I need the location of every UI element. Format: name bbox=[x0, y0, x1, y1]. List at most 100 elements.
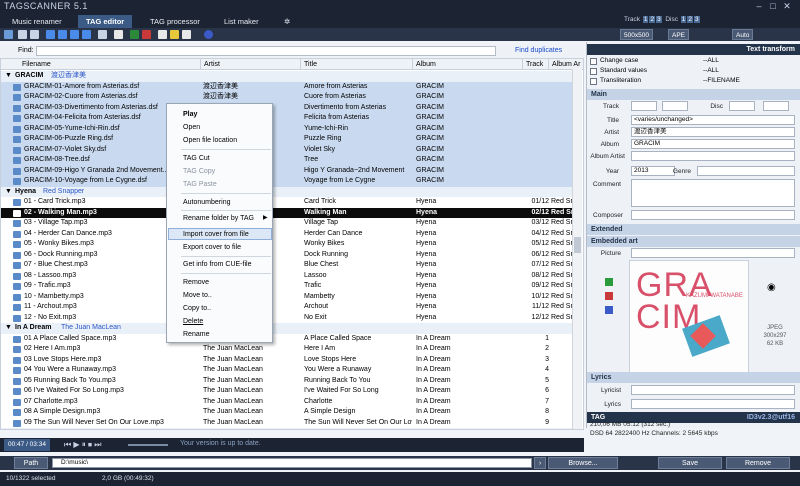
table-row[interactable]: 06 I've Waited For So Long.mp3 The Juan M… bbox=[1, 386, 573, 397]
table-row[interactable]: GRACIM-02-Cuore from Asterias.dsf 渡辺香津美 Cu… bbox=[1, 92, 573, 103]
folder-icon[interactable] bbox=[170, 30, 179, 39]
tab-tag-processor[interactable]: TAG processor bbox=[142, 15, 208, 28]
table-row[interactable]: GRACIM-01-Amore from Asterias.dsf 渡辺香津美 Am… bbox=[1, 81, 573, 92]
artist-field[interactable]: 渡辺香津美 bbox=[631, 127, 795, 137]
table-row[interactable]: 07 - Blue Chest.mp3 Blue Chest Hyena 07/12 R… bbox=[1, 260, 573, 271]
expand-icon[interactable]: ▼ bbox=[5, 428, 12, 429]
col-title[interactable]: Title bbox=[301, 59, 413, 70]
path-input[interactable]: D:\music\ bbox=[52, 458, 532, 468]
find-input[interactable] bbox=[36, 46, 496, 56]
table-row[interactable]: 05 - Wonky Bikes.mp3 Wonky Bikes Hyena 05/1… bbox=[1, 239, 573, 250]
minimize-button[interactable]: – bbox=[754, 1, 764, 11]
table-row[interactable]: 04 - Herder Can Dance.mp3 Herder Can Danc… bbox=[1, 229, 573, 240]
table-row[interactable]: 02 Here I Am.mp3 The Juan MacLean Here I A… bbox=[1, 344, 573, 355]
settings-icon[interactable]: ✲ bbox=[276, 15, 298, 28]
group-row[interactable]: ▼ Hyena Red Snapper bbox=[1, 186, 573, 197]
menu-delete[interactable]: Delete bbox=[183, 316, 203, 327]
menu-open[interactable]: Open bbox=[183, 122, 200, 133]
group-row[interactable]: ▼ In A Dream The Juan MacLean bbox=[1, 323, 573, 334]
close-button[interactable]: ✕ bbox=[782, 1, 792, 11]
format-select[interactable]: APE bbox=[668, 29, 690, 40]
grid-icon[interactable] bbox=[30, 30, 39, 39]
table-row[interactable]: 10 - Mambetty.mp3 Mambetty Hyena 10/12 Red S… bbox=[1, 292, 573, 303]
picture-select[interactable] bbox=[631, 248, 795, 258]
table-row[interactable]: 08 A Simple Design.mp3 The Juan MacLean A … bbox=[1, 407, 573, 418]
change-case-checkbox[interactable] bbox=[590, 58, 597, 65]
col-filename[interactable]: Filename bbox=[1, 59, 201, 70]
playback-controls[interactable]: ⏮ ▶ ⏸ ⏹ ⏭ bbox=[64, 440, 101, 450]
main-section-header[interactable]: Main bbox=[587, 89, 800, 100]
transliteration-value[interactable]: --FILENAME bbox=[703, 77, 740, 84]
text-transform-header[interactable]: Text transform bbox=[587, 44, 800, 55]
embedded-art-header[interactable]: Embedded art bbox=[587, 236, 800, 247]
forward-icon[interactable] bbox=[58, 30, 67, 39]
view-icon[interactable] bbox=[4, 30, 13, 39]
menu-move-to[interactable]: Move to.. bbox=[183, 290, 212, 301]
track-num[interactable]: 2 bbox=[649, 16, 656, 23]
cover-size-select[interactable]: 500x500 bbox=[620, 29, 653, 40]
save-image-icon[interactable] bbox=[605, 306, 613, 314]
volume-slider[interactable] bbox=[128, 444, 168, 446]
remove-button[interactable]: Remove bbox=[726, 457, 790, 469]
disc-num[interactable]: 1 bbox=[680, 16, 687, 23]
expand-icon[interactable]: ▼ bbox=[5, 71, 12, 82]
refresh-icon[interactable] bbox=[98, 30, 107, 39]
menu-get-info-cue[interactable]: Get info from CUE-file bbox=[183, 259, 251, 270]
menu-tag-cut[interactable]: TAG Cut bbox=[183, 153, 210, 164]
table-row[interactable]: GRACIM-10-Voyage from Le Cygne.dsf Voyage… bbox=[1, 176, 573, 187]
menu-rename[interactable]: Rename bbox=[183, 329, 209, 340]
menu-remove[interactable]: Remove bbox=[183, 277, 209, 288]
extended-section-header[interactable]: Extended bbox=[587, 224, 800, 235]
track-field[interactable] bbox=[631, 101, 657, 111]
menu-tag-paste[interactable]: TAG Paste bbox=[183, 179, 217, 190]
menu-tag-copy[interactable]: TAG Copy bbox=[183, 166, 215, 177]
table-row[interactable]: GRACIM-05-Yume-Ichi-Rin.dsf Yume-Ichi-Rin… bbox=[1, 123, 573, 134]
table-row[interactable]: 06 - Dock Running.mp3 Dock Running Hyena 06… bbox=[1, 250, 573, 261]
table-row[interactable]: GRACIM-06-Puzzle Ring.dsf Puzzle Ring GRAC… bbox=[1, 134, 573, 145]
table-row[interactable]: GRACIM-09-Higo Y Granada 2nd Movement...… bbox=[1, 165, 573, 176]
table-row[interactable]: 03 Love Stops Here.mp3 The Juan MacLean Lo… bbox=[1, 355, 573, 366]
list-icon[interactable] bbox=[18, 30, 27, 39]
menu-rename-folder-by-tag[interactable]: Rename folder by TAG bbox=[183, 213, 254, 224]
comment-field[interactable] bbox=[631, 179, 795, 207]
change-case-value[interactable]: --ALL bbox=[703, 57, 719, 64]
table-row[interactable]: GRACIM-07-Violet Sky.dsf Violet Sky GRACIM bbox=[1, 144, 573, 155]
table-row[interactable]: 09 The Sun Will Never Set On Our Love.mp… bbox=[1, 418, 573, 429]
table-row[interactable]: 08 - Lassoo.mp3 Lassoo Hyena 08/12 Red Sn bbox=[1, 271, 573, 282]
genre-select[interactable] bbox=[697, 166, 795, 176]
table-row[interactable]: GRACIM-03-Divertimento from Asterias.dsf… bbox=[1, 102, 573, 113]
table-row[interactable]: 12 - No Exit.mp3 No Exit Hyena 12/12 Red Sn bbox=[1, 313, 573, 324]
table-row[interactable]: GRACIM-04-Felicita from Asterias.dsf Feli… bbox=[1, 113, 573, 124]
down-icon[interactable] bbox=[82, 30, 91, 39]
lyrics-section-header[interactable]: Lyrics bbox=[587, 372, 800, 383]
track-num[interactable]: 3 bbox=[656, 16, 662, 23]
stop-icon[interactable] bbox=[142, 30, 151, 39]
menu-open-file-location[interactable]: Open file location bbox=[183, 135, 237, 146]
lyricist-field[interactable] bbox=[631, 385, 795, 395]
play-icon[interactable] bbox=[130, 30, 139, 39]
table-row[interactable]: 04 You Were a Runaway.mp3 The Juan MacLea… bbox=[1, 365, 573, 376]
scroll-thumb[interactable] bbox=[574, 237, 581, 253]
table-row[interactable]: 05 Running Back To You.mp3 The Juan MacLe… bbox=[1, 376, 573, 387]
find-duplicates-link[interactable]: Find duplicates bbox=[515, 47, 562, 54]
col-album[interactable]: Album bbox=[413, 59, 523, 70]
file-list[interactable]: Filename Artist Title Album Track Album … bbox=[0, 58, 584, 430]
transliteration-checkbox[interactable] bbox=[590, 78, 597, 85]
lyrics-field[interactable] bbox=[631, 399, 795, 409]
track-disc-selector[interactable]: Track 123 Disc 123 bbox=[624, 16, 700, 23]
col-artist[interactable]: Artist bbox=[201, 59, 301, 70]
table-row[interactable]: 09 - Trafic.mp3 Trafic Hyena 09/12 Red Sn bbox=[1, 281, 573, 292]
menu-import-cover[interactable]: Import cover from file bbox=[183, 229, 249, 240]
album-field[interactable]: GRACIM bbox=[631, 139, 795, 149]
menu-autonumbering[interactable]: Autonumbering bbox=[183, 197, 230, 208]
disc-total-field[interactable] bbox=[763, 101, 789, 111]
up-icon[interactable] bbox=[70, 30, 79, 39]
maximize-button[interactable]: □ bbox=[768, 1, 778, 11]
tab-tag-editor[interactable]: TAG editor bbox=[78, 15, 133, 28]
add-image-icon[interactable] bbox=[605, 278, 613, 286]
expand-icon[interactable]: ▼ bbox=[5, 323, 12, 334]
file-icon[interactable] bbox=[158, 30, 167, 39]
disc-num[interactable]: 2 bbox=[687, 16, 694, 23]
col-track[interactable]: Track bbox=[523, 59, 549, 70]
table-row[interactable]: 11 - Archout.mp3 Archout Hyena 11/12 Red Sn bbox=[1, 302, 573, 313]
